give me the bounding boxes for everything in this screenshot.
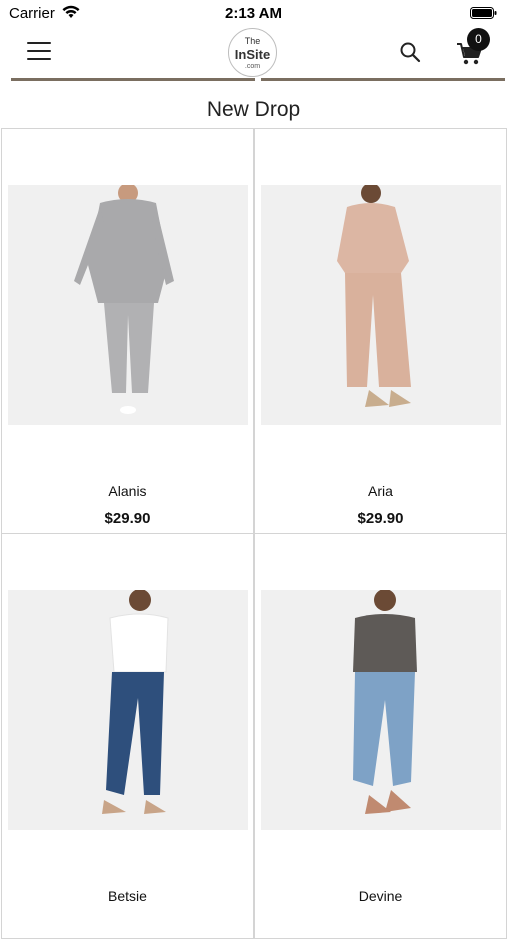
menu-button[interactable] [27, 42, 51, 62]
logo-line-1: The [244, 36, 261, 46]
product-price: $29.90 [357, 510, 404, 527]
product-image [8, 185, 248, 425]
product-image [261, 185, 501, 425]
hamburger-icon-line [27, 50, 51, 52]
logo-line-2: InSite [234, 47, 271, 62]
model-photo-icon [261, 590, 501, 830]
model-photo-icon [8, 185, 248, 425]
product-card[interactable]: Aria $29.90 [254, 129, 507, 534]
status-time: 2:13 AM [225, 5, 282, 22]
hamburger-icon-line [27, 58, 51, 60]
app-header: The InSite .com 0 [0, 28, 507, 80]
page-title: New Drop [206, 98, 301, 121]
status-bar: Carrier 2:13 AM [0, 0, 507, 28]
cart-count-badge: 0 [467, 28, 490, 51]
model-photo-icon [8, 590, 248, 830]
product-name: Alanis [108, 483, 147, 499]
product-card[interactable]: Betsie [1, 534, 254, 939]
product-price: $29.90 [104, 510, 151, 527]
product-image [8, 590, 248, 830]
header-divider [11, 78, 255, 81]
search-icon[interactable] [399, 41, 421, 63]
header-divider [261, 78, 505, 81]
battery-icon [470, 7, 497, 19]
logo-line-3: .com [244, 63, 261, 70]
hamburger-icon [27, 42, 51, 44]
product-card[interactable]: Alanis $29.90 [1, 129, 254, 534]
product-card[interactable]: Devine [254, 534, 507, 939]
product-name: Devine [358, 888, 403, 904]
product-image [261, 590, 501, 830]
product-name: Betsie [108, 888, 147, 904]
product-grid: Alanis $29.90 Aria $29.90 Betsie Devine [1, 128, 507, 939]
brand-logo[interactable]: The InSite .com [228, 28, 277, 77]
product-name: Aria [368, 483, 393, 499]
model-photo-icon [261, 185, 501, 425]
